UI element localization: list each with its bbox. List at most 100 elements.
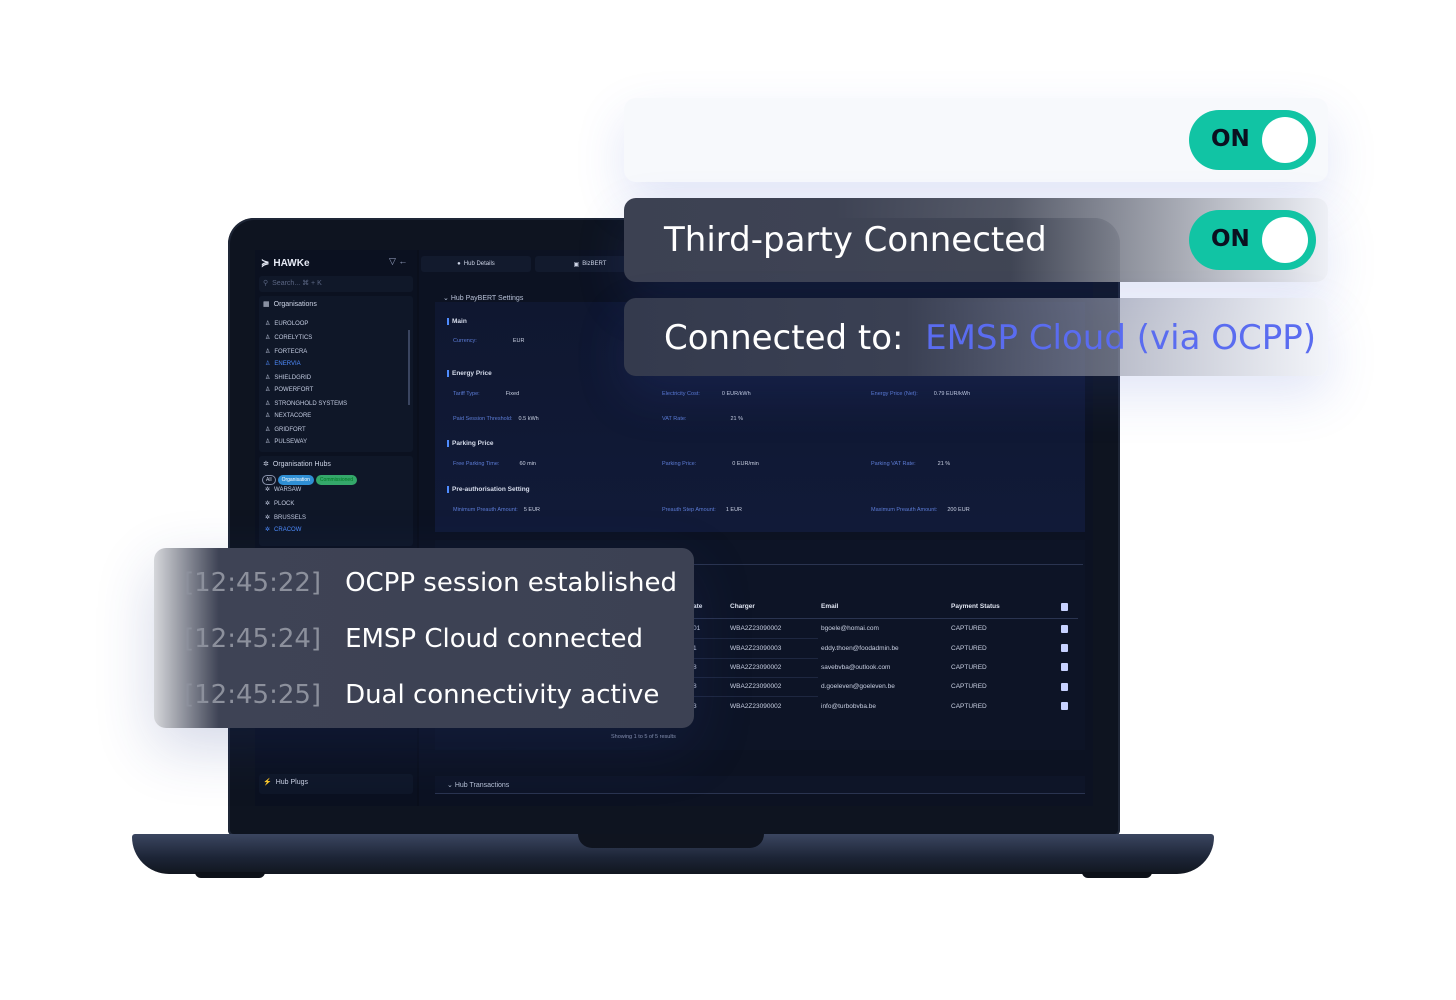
step-preauth-value: 1 EUR — [725, 507, 743, 513]
tab-bar: ● Hub Details ▣ BizBERT — [421, 256, 645, 272]
card-icon: ▣ — [573, 261, 580, 268]
log-entry: [12:45:24] EMSP Cloud connected — [184, 624, 643, 654]
hub-label: WARSAW — [274, 486, 302, 493]
org-label: EUROLOOP — [274, 320, 309, 327]
document-icon[interactable] — [1061, 625, 1068, 633]
filter-chip-organisation[interactable]: Organisation — [277, 475, 314, 485]
sidebar-item-org[interactable]: ♙ FORTECRA — [265, 348, 307, 356]
on-toggle[interactable]: ON — [1189, 110, 1316, 170]
brand[interactable]: ≽ HAWKe — [261, 256, 310, 270]
sidebar-item-hub[interactable]: ✲ WARSAW — [265, 486, 302, 494]
tab-hub-details[interactable]: ● Hub Details — [421, 256, 531, 272]
sidebar-item-org[interactable]: ♙ CORELYTICS — [265, 334, 312, 342]
org-icon: ♙ — [265, 321, 271, 327]
org-icon: ♙ — [265, 413, 271, 419]
hub-filter-chips: All Organisation Commissioned — [262, 475, 357, 485]
filter-collapse-icons[interactable]: ▽ ← — [389, 256, 407, 267]
document-icon[interactable] — [1061, 663, 1068, 671]
preauth-subhead: Pre-authorisation Setting — [447, 486, 530, 493]
column-header-charger[interactable]: Charger — [730, 603, 755, 610]
column-header-email[interactable]: Email — [821, 603, 838, 610]
document-icon[interactable] — [1061, 702, 1068, 710]
plugs-label: Hub Plugs — [275, 778, 309, 786]
min-preauth-label: Minimum Preauth Amount: — [453, 507, 518, 513]
sidebar-item-org[interactable]: ♙ POWERFORT — [265, 386, 313, 394]
sidebar-item-hub[interactable]: ✲ BRUSSELS — [265, 514, 306, 522]
hub-icon: ✲ — [265, 487, 271, 493]
electricity-row: Electricity Cost: 0 EUR/kWh — [662, 391, 751, 397]
column-header-status[interactable]: Payment Status — [951, 603, 1000, 610]
hub-icon: ✲ — [265, 515, 271, 521]
parking-vat-value: 21 % — [937, 461, 951, 467]
log-entry: [12:45:25] Dual connectivity active — [184, 680, 659, 710]
org-label: GRIDFORT — [274, 426, 306, 433]
chevron-down-icon: ⌄ — [443, 295, 451, 302]
settings-title[interactable]: ⌄ Hub PayBERT Settings — [443, 294, 523, 302]
org-label: SHIELDGRID — [274, 374, 312, 381]
status-card-third-party: Third-party Connected ON — [624, 198, 1328, 282]
org-label: NEXTACORE — [274, 412, 312, 419]
export-icon[interactable] — [1061, 603, 1068, 611]
hubs-title: ✲ Organisation Hubs — [259, 456, 413, 472]
cell-email: info@turbobvba.be — [821, 703, 877, 710]
cell-status: CAPTURED — [951, 703, 987, 710]
plugs-panel[interactable]: ⚡ Hub Plugs — [259, 774, 413, 794]
organisations-title: ▦ Organisations — [259, 296, 413, 312]
transactions-section[interactable]: ⌄ Hub Transactions — [435, 776, 1085, 794]
sidebar-item-org[interactable]: ♙ GRIDFORT — [265, 426, 306, 434]
connected-line: Connected to: EMSP Cloud (via OCPP) — [664, 318, 1316, 358]
org-icon: ♙ — [265, 349, 271, 355]
sidebar-item-org[interactable]: ♙ SHIELDGRID — [265, 374, 312, 382]
hub-icon: ✲ — [265, 501, 271, 507]
results-count: Showing 1 to 5 of 5 results — [611, 734, 676, 740]
document-icon[interactable] — [1061, 683, 1068, 691]
net-price-row: Energy Price (Net): 0.79 EUR/kWh — [871, 391, 970, 397]
free-parking-value: 60 min — [519, 461, 536, 467]
brand-name: HAWKe — [273, 257, 310, 269]
log-timestamp: [12:45:25] — [184, 680, 322, 710]
sidebar-item-org[interactable]: ♙ NEXTACORE — [265, 412, 312, 420]
cell-charger: WBA2Z23090002 — [730, 703, 782, 710]
cell-charger: WBA2Z23090002 — [730, 683, 782, 690]
search-icon: ⚲ — [263, 280, 269, 287]
info-icon: ● — [457, 261, 461, 267]
chevron-down-icon: ⌄ — [447, 782, 455, 789]
sidebar-item-org[interactable]: ♙ EUROLOOP — [265, 320, 309, 328]
org-label: PULSEWAY — [274, 438, 308, 445]
search-input[interactable]: ⚲ Search... ⌘ + K — [259, 276, 413, 292]
toggle-label: ON — [1211, 126, 1250, 152]
sidebar-item-org-active[interactable]: ♙ ENERVIA — [265, 360, 301, 368]
log-entry: [12:45:22] OCPP session established — [184, 568, 677, 598]
transactions-title: Hub Transactions — [454, 782, 510, 789]
cell-email: eddy.thoen@foodadmin.be — [821, 645, 899, 652]
filter-chip-commissioned[interactable]: Commissioned — [315, 475, 357, 485]
sidebar-item-hub-active[interactable]: ✲ CRACOW — [265, 526, 302, 534]
sidebar-item-hub[interactable]: ✲ PLOCK — [265, 500, 294, 508]
laptop-notch — [578, 834, 764, 848]
filter-chip-all[interactable]: All — [262, 475, 276, 485]
step-preauth-row: Preauth Step Amount: 1 EUR — [662, 507, 742, 513]
header-divider — [690, 618, 1078, 619]
org-label: STRONGHOLD SYSTEMS — [274, 400, 348, 407]
cell-status: CAPTURED — [951, 645, 987, 652]
event-log-card: [12:45:22] OCPP session established [12:… — [154, 548, 694, 728]
settings-title-label: Hub PayBERT Settings — [450, 295, 524, 302]
tab-label: BizBERT — [582, 261, 607, 267]
sidebar-item-org[interactable]: ♙ STRONGHOLD SYSTEMS — [265, 400, 348, 408]
sidebar-item-org[interactable]: ♙ PULSEWAY — [265, 438, 308, 446]
sidebar-scrollbar[interactable] — [408, 330, 410, 405]
min-preauth-value: 5 EUR — [523, 507, 541, 513]
toggle-knob — [1262, 117, 1308, 163]
tab-label: Hub Details — [463, 261, 495, 267]
parking-price-row: Parking Price: 0 EUR/min — [662, 461, 759, 467]
toggle-label: ON — [1211, 226, 1250, 252]
energy-subhead: Energy Price — [447, 370, 492, 377]
free-parking-label: Free Parking Time: — [453, 461, 500, 467]
connected-target: EMSP Cloud (via OCPP) — [925, 318, 1316, 358]
third-party-toggle[interactable]: ON — [1189, 210, 1316, 270]
parking-subhead: Parking Price — [447, 440, 494, 447]
hub-label: CRACOW — [274, 526, 302, 533]
hub-icon: ✲ — [265, 527, 271, 533]
document-icon[interactable] — [1061, 644, 1068, 652]
column-header-date[interactable]: ate — [693, 603, 702, 610]
